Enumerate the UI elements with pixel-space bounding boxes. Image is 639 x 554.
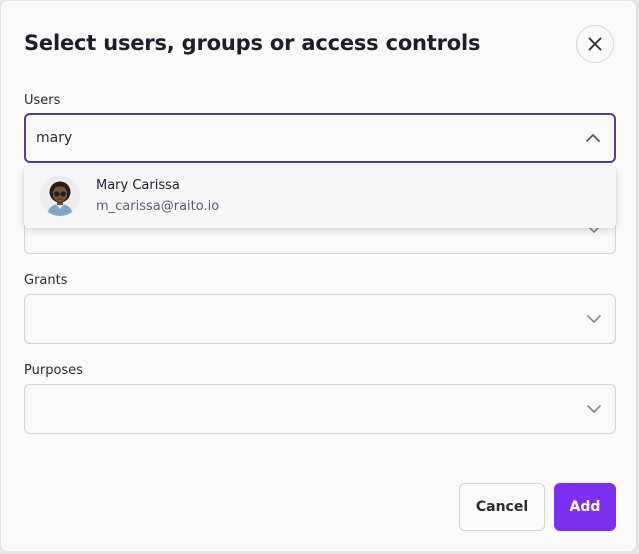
cancel-button[interactable]: Cancel	[459, 483, 545, 531]
chevron-down-icon[interactable]	[587, 315, 601, 323]
users-dropdown-menu: Mary Carissa m_carissa@raito.io	[24, 166, 616, 228]
grants-label: Grants	[24, 273, 68, 288]
select-access-dialog: Select users, groups or access controls …	[0, 0, 637, 552]
chevron-down-icon[interactable]	[587, 405, 601, 413]
dropdown-option-user[interactable]: Mary Carissa m_carissa@raito.io	[24, 166, 616, 228]
grants-field[interactable]	[24, 294, 616, 344]
add-button[interactable]: Add	[554, 483, 616, 531]
option-user-name: Mary Carissa	[96, 178, 180, 193]
grants-input[interactable]	[36, 308, 556, 330]
close-button[interactable]	[576, 25, 614, 63]
close-icon	[588, 37, 602, 51]
users-field[interactable]	[24, 113, 616, 163]
purposes-input[interactable]	[36, 398, 556, 420]
dialog-title: Select users, groups or access controls	[24, 31, 481, 55]
option-user-email: m_carissa@raito.io	[96, 199, 220, 214]
users-input[interactable]	[36, 127, 556, 149]
purposes-label: Purposes	[24, 363, 83, 378]
purposes-field[interactable]	[24, 384, 616, 434]
user-avatar	[40, 176, 80, 216]
chevron-up-icon[interactable]	[586, 134, 600, 142]
users-label: Users	[24, 93, 61, 108]
